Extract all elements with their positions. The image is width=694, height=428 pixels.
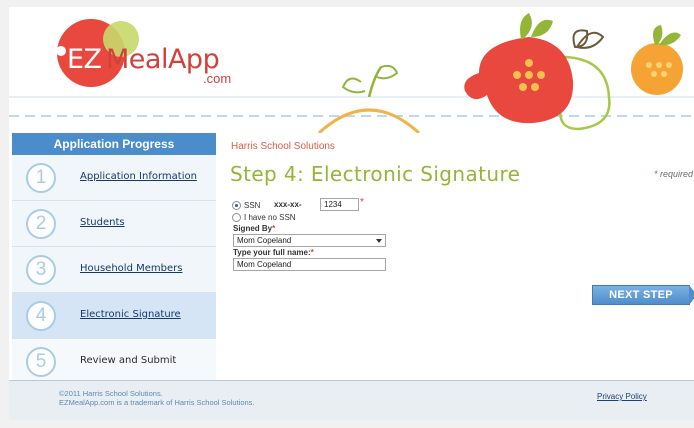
- required-text: required: [659, 169, 693, 179]
- full-name-label-text: Type your full name:: [233, 248, 311, 257]
- ssn-radio[interactable]: [232, 201, 241, 210]
- step-number-3-icon: 3: [26, 255, 56, 285]
- step-number-1-icon: 1: [26, 163, 56, 193]
- logo-ez: EZ: [67, 44, 102, 75]
- step-label-review-and-submit: Review and Submit: [80, 355, 177, 366]
- signed-by-select[interactable]: Mom Copeland: [233, 234, 386, 247]
- full-name-input[interactable]: Mom Copeland: [233, 258, 386, 271]
- progress-step-electronic-signature[interactable]: 4 Electronic Signature: [12, 293, 216, 339]
- progress-step-application-information[interactable]: 1 Application Information: [12, 155, 216, 201]
- step-number-4-icon: 4: [26, 301, 56, 331]
- copyright-line-2: EZMealApp.com is a trademark of Harris S…: [59, 398, 255, 407]
- full-name-required-star: *: [310, 248, 314, 257]
- copyright: ©2011 Harris School Solutions. EZMealApp…: [59, 389, 255, 407]
- ssn-prefix: xxx-xx-: [274, 200, 302, 209]
- header: EZ MealApp .com: [9, 7, 694, 133]
- required-star: *: [653, 169, 658, 179]
- signed-by-required-star: *: [272, 224, 276, 233]
- step-link-application-information[interactable]: Application Information: [80, 171, 197, 182]
- full-name-label: Type your full name:*: [233, 248, 314, 257]
- logo-com: .com: [203, 71, 232, 86]
- page-title: Step 4: Electronic Signature: [230, 162, 521, 186]
- step-number-5-icon: 5: [26, 347, 56, 377]
- step-number-2-icon: 2: [26, 209, 56, 239]
- signed-by-selected-value: Mom Copeland: [237, 236, 292, 245]
- copyright-line-1: ©2011 Harris School Solutions.: [59, 389, 163, 398]
- signed-by-label: Signed By*: [233, 224, 275, 233]
- signed-by-label-text: Signed By: [233, 224, 273, 233]
- chevron-down-icon: [376, 239, 382, 243]
- organization-name: Harris School Solutions: [231, 141, 335, 152]
- step-link-students[interactable]: Students: [80, 217, 125, 228]
- no-ssn-label: I have no SSN: [244, 213, 296, 222]
- progress-step-students[interactable]: 2 Students: [12, 201, 216, 247]
- progress-step-household-members[interactable]: 3 Household Members: [12, 247, 216, 293]
- ssn-radio-label: SSN: [244, 201, 261, 210]
- main-content: Harris School Solutions Step 4: Electron…: [216, 133, 694, 380]
- privacy-policy-link[interactable]: Privacy Policy: [597, 392, 647, 401]
- application-progress-sidebar: Application Progress 1 Application Infor…: [12, 133, 216, 384]
- progress-step-review-and-submit: 5 Review and Submit: [12, 339, 216, 384]
- step-link-electronic-signature[interactable]: Electronic Signature: [80, 309, 181, 320]
- logo[interactable]: EZ MealApp: [67, 44, 220, 75]
- step-link-household-members[interactable]: Household Members: [80, 263, 182, 274]
- sidebar-title: Application Progress: [12, 133, 216, 155]
- next-arrow-icon[interactable]: [689, 285, 694, 305]
- next-step-button[interactable]: NEXT STEP: [592, 285, 690, 305]
- footer: ©2011 Harris School Solutions. EZMealApp…: [9, 380, 694, 420]
- no-ssn-radio[interactable]: [232, 213, 241, 222]
- ssn-last4-input[interactable]: 1234: [320, 198, 359, 211]
- required-note: * required: [654, 169, 693, 179]
- page: EZ MealApp .com Application Progress 1 Ap…: [9, 7, 694, 420]
- ssn-required-star: *: [360, 197, 364, 208]
